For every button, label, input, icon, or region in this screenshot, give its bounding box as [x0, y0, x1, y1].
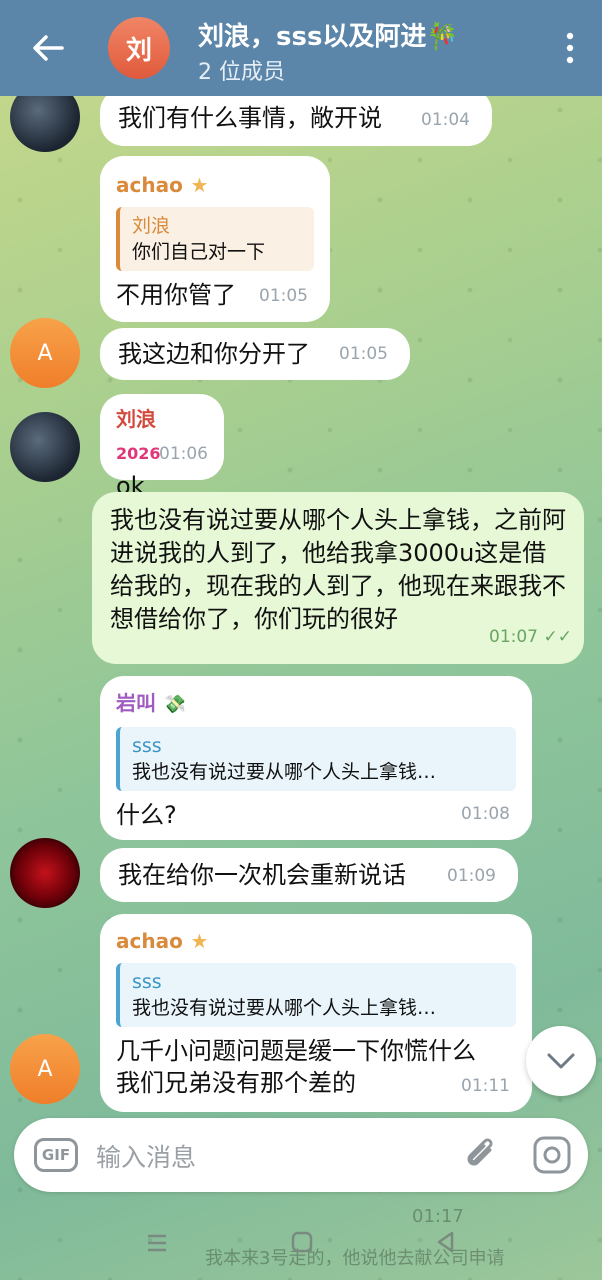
chevron-down-icon [547, 1053, 575, 1069]
avatar-a[interactable]: A [10, 1034, 80, 1104]
message-bubble[interactable]: 我这边和你分开了 01:05 [100, 328, 410, 380]
money-badge-icon: 💸 [163, 694, 187, 715]
reply-sender: sss [132, 971, 162, 993]
year-badge-icon: 2026 [116, 444, 161, 463]
member-count: 2 位成员 [198, 60, 285, 85]
avatar-a[interactable]: A [10, 318, 80, 388]
reply-sender: 刘浪 [132, 215, 171, 237]
recent-apps-icon[interactable] [146, 1232, 168, 1254]
message-bubble[interactable]: 岩叫 💸 sss 我也没有说过要从哪个人头上拿钱… 什么? 01:08 [100, 676, 532, 840]
more-options-icon[interactable] [562, 30, 578, 66]
message-text: 不用你管了 [116, 281, 236, 309]
message-text: 我这边和你分开了 [118, 340, 310, 368]
back-arrow-icon[interactable] [28, 28, 68, 68]
chat-title[interactable]: 刘浪，sss以及阿进🎋 [198, 16, 459, 53]
message-time: 01:05 [259, 286, 308, 306]
message-text: 什么? [116, 801, 177, 829]
sender-name[interactable]: 岩叫 [116, 691, 156, 715]
back-nav-icon[interactable] [434, 1230, 456, 1254]
message-time: 01:06 [159, 444, 208, 464]
message-time: 01:08 [461, 804, 510, 824]
star-badge-icon: ★ [190, 173, 209, 197]
read-checkmarks-icon: ✓✓ [543, 627, 573, 647]
reply-text: 我也没有说过要从哪个人头上拿钱… [132, 997, 437, 1019]
avatar-liulang[interactable] [10, 412, 80, 482]
message-time: 01:11 [461, 1076, 510, 1096]
message-input[interactable]: 输入消息 [96, 1138, 196, 1174]
message-text: 我也没有说过要从哪个人头上拿钱，之前阿进说我的人到了，他给我拿3000u这是借给… [110, 506, 566, 633]
message-time: 01:05 [339, 344, 388, 364]
sender-name[interactable]: achao [116, 929, 183, 953]
message-bubble[interactable]: 刘浪 2026 ok 01:06 [100, 394, 224, 500]
reply-text: 我也没有说过要从哪个人头上拿钱… [132, 761, 437, 783]
message-bubble[interactable]: achao ★ 刘浪 你们自己对一下 不用你管了 01:05 [100, 156, 330, 322]
message-time: 01:07 [489, 627, 538, 647]
scroll-to-bottom-button[interactable] [526, 1026, 596, 1096]
sender-name[interactable]: 刘浪 [116, 407, 156, 431]
attachment-icon[interactable] [464, 1136, 500, 1174]
outgoing-message-bubble[interactable]: 我也没有说过要从哪个人头上拿钱，之前阿进说我的人到了，他给我拿3000u这是借给… [92, 492, 584, 664]
message-bubble[interactable]: 我们有什么事情，敞开说 01:04 [100, 88, 492, 146]
camera-icon[interactable] [532, 1135, 572, 1175]
message-text: 我在给你一次机会重新说话 [118, 861, 406, 889]
sender-name[interactable]: achao [116, 173, 183, 197]
group-avatar[interactable]: 刘 [108, 17, 170, 79]
chat-header: 刘 刘浪，sss以及阿进🎋 2 位成员 [0, 0, 602, 96]
message-text: 我们有什么事情，敞开说 [118, 104, 382, 132]
gif-button[interactable]: GIF [34, 1138, 78, 1172]
reply-quote[interactable]: sss 我也没有说过要从哪个人头上拿钱… [116, 727, 516, 791]
reply-text: 你们自己对一下 [132, 241, 266, 263]
avatar-red-horse[interactable] [10, 838, 80, 908]
message-time: 01:04 [421, 110, 470, 130]
reply-sender: sss [132, 735, 162, 757]
system-nav-bar [0, 1210, 602, 1280]
home-icon[interactable] [290, 1230, 314, 1254]
message-bubble[interactable]: 我在给你一次机会重新说话 01:09 [100, 848, 518, 902]
reply-quote[interactable]: sss 我也没有说过要从哪个人头上拿钱… [116, 963, 516, 1027]
message-composer: GIF 输入消息 [14, 1118, 588, 1192]
reply-quote[interactable]: 刘浪 你们自己对一下 [116, 207, 314, 271]
message-time: 01:09 [447, 866, 496, 886]
message-bubble[interactable]: achao ★ sss 我也没有说过要从哪个人头上拿钱… 几千小问题问题是缓一下… [100, 914, 532, 1112]
message-text: 几千小问题问题是缓一下你慌什么我们兄弟没有那个差的 [116, 1037, 476, 1097]
star-badge-icon: ★ [190, 929, 209, 953]
